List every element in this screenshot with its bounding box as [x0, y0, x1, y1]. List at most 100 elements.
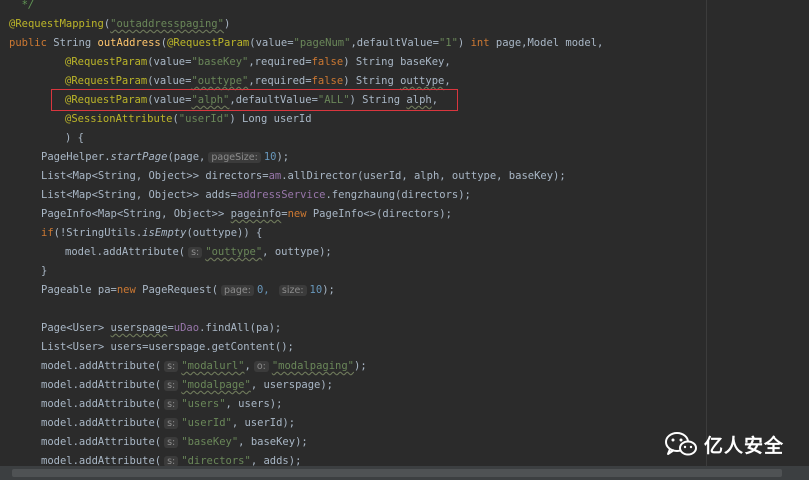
code-token: , [244, 360, 251, 372]
parameter-hint: s: [188, 247, 203, 258]
code-token: model.addAttribute( [65, 246, 186, 258]
code-token: ) [457, 37, 471, 49]
code-token: ) { [65, 132, 84, 144]
watermark-text: 亿人安全 [704, 434, 785, 457]
parameter-hint: page: [221, 285, 254, 296]
code-token: , outtype); [262, 246, 332, 258]
code-line[interactable]: PageHelper.startPage(page, pageSize: 10); [0, 148, 741, 167]
code-token: public [9, 37, 54, 49]
watermark: 亿人安全 [664, 430, 784, 458]
parameter-hint: s: [164, 399, 179, 410]
code-line[interactable]: public String outAddress(@RequestParam(v… [0, 34, 709, 53]
code-token: "1" [438, 37, 458, 49]
code-token: pageinfo [230, 208, 282, 220]
code-token: (value= [249, 37, 294, 49]
code-token: (value= [147, 75, 192, 87]
code-token: model.addAttribute( [41, 360, 162, 372]
code-token: model.addAttribute( [41, 417, 162, 429]
code-token: "outtype" [191, 75, 249, 87]
code-token: , users); [225, 398, 283, 410]
code-token: "outtype" [205, 246, 263, 258]
code-token: ); [354, 360, 367, 372]
code-editor[interactable]: */@RequestMapping("outaddresspaging") pub… [0, 0, 809, 467]
code-token: int [470, 37, 496, 49]
code-token: @RequestMapping [9, 18, 104, 30]
code-token: 0, [256, 284, 276, 296]
code-line[interactable]: model.addAttribute(s: "baseKey", baseKey)… [0, 433, 741, 452]
code-token: (page, [167, 151, 206, 163]
code-token: PageInfo<Map<String, Object>> [41, 208, 231, 220]
code-token: model.addAttribute( [41, 398, 162, 410]
code-token: ,required= [248, 75, 312, 87]
code-token: ) String [343, 75, 401, 87]
code-token: isEmpty [142, 227, 187, 239]
code-token: new [116, 284, 143, 296]
code-token: false [311, 75, 344, 87]
code-line[interactable]: List<User> users=userspage.getContent(); [0, 338, 741, 357]
code-line[interactable]: model.addAttribute(s: "modalpage", usersp… [0, 376, 741, 395]
highlight-box [51, 89, 458, 111]
code-token: (outtype)) { [186, 227, 263, 239]
code-token: "baseKey" [181, 436, 239, 448]
code-line[interactable]: List<Map<String, Object>> directors=am.a… [0, 167, 741, 186]
code-token: ); [322, 284, 335, 296]
code-token: "outaddresspaging" [110, 18, 224, 30]
code-line[interactable]: */ [0, 0, 709, 15]
code-line[interactable]: Pageable pa=new PageRequest(page: 0, size… [0, 281, 741, 300]
code-line[interactable]: model.addAttribute(s: "outtype", outtype)… [0, 243, 765, 262]
code-line[interactable]: model.addAttribute(s: "userId", userId); [0, 414, 741, 433]
code-token: 10 [263, 151, 277, 163]
code-token: page,Model model, [495, 37, 604, 49]
code-token: List<Map<String, Object>> adds= [41, 189, 237, 201]
scrollbar-thumb[interactable] [12, 469, 782, 477]
code-token: ,defaultValue= [350, 37, 439, 49]
code-token: PageHelper. [41, 151, 111, 163]
code-token: uDao [173, 322, 200, 334]
code-token: "modalurl" [181, 360, 245, 372]
code-token: } [41, 265, 48, 277]
code-token: outAddress [97, 37, 161, 49]
code-token: (!StringUtils. [53, 227, 143, 239]
code-line[interactable]: model.addAttribute(s: "modalurl", o: "modal… [0, 357, 741, 376]
code-token: outtype [400, 75, 445, 87]
code-token: "modalpaging" [271, 360, 355, 372]
code-token: @SessionAttribute [65, 113, 173, 125]
code-token: startPage [110, 151, 168, 163]
code-token: model.addAttribute( [41, 436, 162, 448]
code-line[interactable]: Page<User> userspage=uDao.findAll(pa); [0, 319, 741, 338]
code-token: "userId" [181, 417, 232, 429]
code-token: addressService [236, 189, 326, 201]
code-line[interactable]: if(!StringUtils.isEmpty(outtype)) { [0, 224, 741, 243]
code-token: 10 [309, 284, 323, 296]
code-token: userspage [110, 322, 168, 334]
code-line[interactable]: model.addAttribute(s: "users", users); [0, 395, 741, 414]
code-token: @RequestParam [65, 56, 148, 68]
code-token: */ [9, 0, 35, 11]
code-line[interactable]: @RequestParam(value="baseKey",required=f… [0, 53, 765, 72]
code-line[interactable]: PageInfo<Map<String, Object>> pageinfo=n… [0, 205, 741, 224]
code-token: if [41, 227, 54, 239]
code-token: ,required= [248, 56, 312, 68]
parameter-hint: s: [164, 380, 179, 391]
code-token: ) [223, 18, 231, 30]
code-token: ); [276, 151, 290, 163]
code-line[interactable] [0, 300, 709, 319]
code-line[interactable]: ) { [0, 129, 765, 148]
code-line[interactable]: } [0, 262, 741, 281]
code-token: , userspage); [250, 379, 333, 391]
parameter-hint: s: [164, 361, 179, 372]
code-token: String [53, 37, 98, 49]
code-token: am [268, 170, 282, 182]
code-token: "userId" [178, 113, 230, 125]
horizontal-scrollbar[interactable] [0, 466, 809, 480]
parameter-hint: pageSize: [208, 152, 261, 163]
parameter-hint: o: [253, 361, 269, 372]
code-line[interactable]: List<Map<String, Object>> adds=addressSe… [0, 186, 741, 205]
code-token: List<Map<String, Object>> directors= [41, 170, 269, 182]
code-token: ) String baseKey, [343, 56, 451, 68]
parameter-hint: size: [278, 285, 307, 296]
code-line[interactable]: @SessionAttribute("userId") Long userId [0, 110, 765, 129]
code-line[interactable]: @RequestMapping("outaddresspaging") [0, 15, 709, 34]
code-token: ) Long userId [229, 113, 312, 125]
code-token: .findAll(pa); [199, 322, 282, 334]
